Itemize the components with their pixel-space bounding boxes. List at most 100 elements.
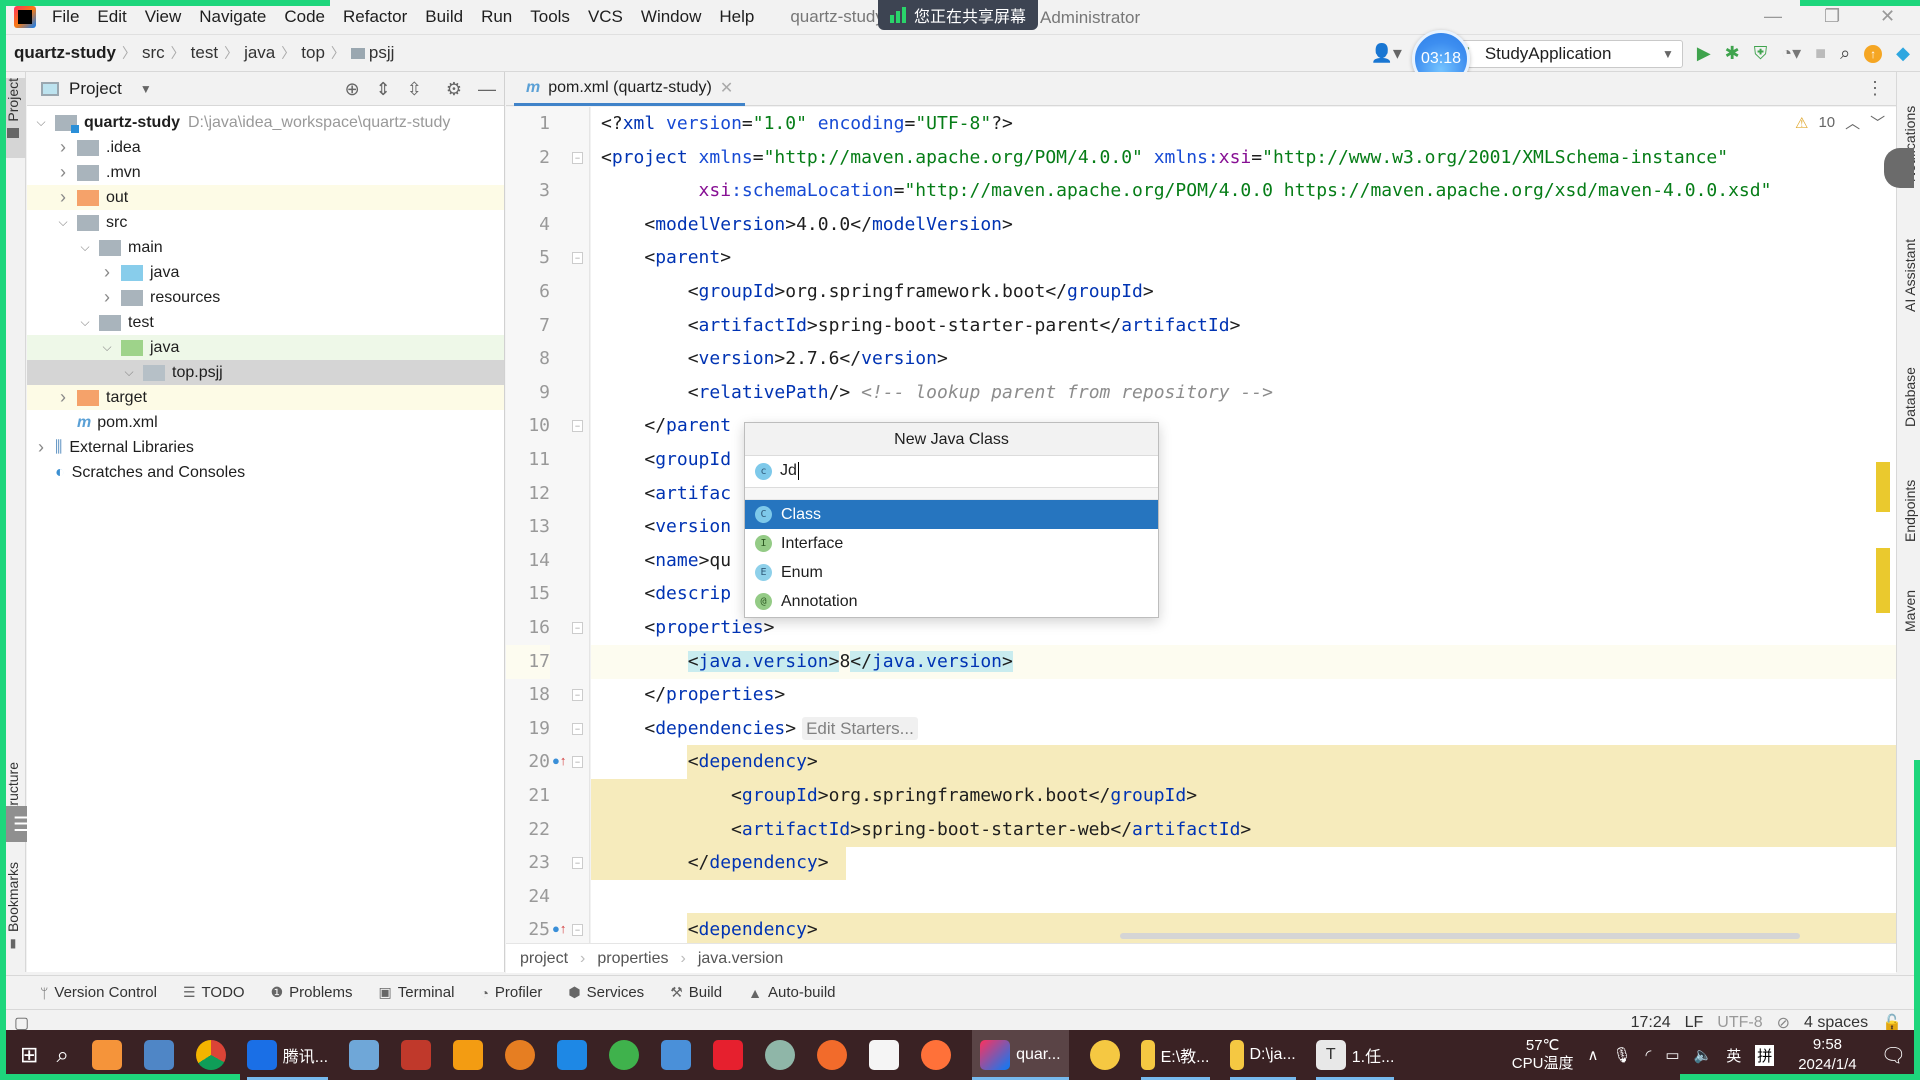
- project-view-select[interactable]: Project: [69, 79, 122, 99]
- fold-marker-icon[interactable]: −: [572, 722, 583, 735]
- tray-overflow-icon[interactable]: ∧: [1587, 1046, 1598, 1064]
- breadcrumb-item[interactable]: top: [301, 43, 325, 63]
- toolwindow-services[interactable]: ⬢ Services: [568, 984, 644, 1001]
- pinned-app-icon[interactable]: [661, 1040, 692, 1070]
- fold-marker-icon[interactable]: −: [572, 151, 583, 164]
- notification-center-icon[interactable]: 🗨: [1881, 1043, 1906, 1068]
- code-crumb[interactable]: project: [520, 950, 568, 968]
- code-line[interactable]: </properties>: [591, 678, 1896, 712]
- wifi-icon[interactable]: ◜: [1646, 1046, 1652, 1064]
- horizontal-scrollbar[interactable]: [1120, 933, 1800, 939]
- code-line[interactable]: <dependencies> Edit Starters...: [591, 712, 1896, 746]
- close-tab-icon[interactable]: ✕: [720, 78, 733, 98]
- scrollbar-marker[interactable]: [1876, 548, 1890, 613]
- code-line[interactable]: <java.version>8</java.version>: [591, 644, 1896, 679]
- chevron-right-icon[interactable]: ›: [99, 287, 115, 308]
- pinned-app-icon[interactable]: [91, 1040, 122, 1070]
- maven-tool-tab[interactable]: Maven: [1897, 552, 1920, 632]
- fold-marker-icon[interactable]: −: [572, 689, 583, 702]
- stop-icon[interactable]: ■: [1815, 43, 1826, 64]
- code-crumb[interactable]: properties: [597, 950, 668, 968]
- taskbar-app[interactable]: T 1.任...: [1315, 1030, 1395, 1080]
- toolwindow-problems[interactable]: ❶ Problems: [271, 984, 353, 1001]
- code-line[interactable]: </dependency>: [591, 846, 1896, 881]
- ai-assistant-tool-tab[interactable]: AI Assistant: [1897, 212, 1920, 312]
- fold-marker-icon[interactable]: −: [572, 252, 583, 265]
- tree-item[interactable]: ⌵ java: [27, 335, 504, 360]
- breadcrumb-item[interactable]: psjj: [369, 43, 395, 63]
- menu-refactor[interactable]: Refactor: [343, 7, 407, 27]
- pinned-app-icon[interactable]: [401, 1040, 432, 1070]
- tree-item[interactable]: ⌵ quartz-study D:\java\idea_workspace\quar…: [27, 110, 504, 135]
- fold-marker-icon[interactable]: −: [572, 857, 583, 870]
- code-line[interactable]: <parent>: [591, 241, 1896, 275]
- cpu-temperature[interactable]: 57℃ CPU温度: [1512, 1037, 1574, 1073]
- tree-item[interactable]: › java: [27, 260, 504, 285]
- chevron-down-icon[interactable]: ⌵: [99, 340, 115, 355]
- menu-tools[interactable]: Tools: [530, 7, 570, 27]
- code-line[interactable]: <dependency>: [591, 745, 1896, 780]
- locate-file-icon[interactable]: ⊕: [345, 79, 360, 100]
- pinned-app-icon[interactable]: [505, 1040, 536, 1070]
- menu-code[interactable]: Code: [284, 7, 325, 27]
- tree-item[interactable]: ◐ Scratches and Consoles: [27, 460, 504, 485]
- close-window-button[interactable]: ✕: [1880, 6, 1895, 27]
- breadcrumb-item[interactable]: java: [244, 43, 275, 63]
- tree-item[interactable]: ⌵ main: [27, 235, 504, 260]
- prev-highlight-icon[interactable]: ︿: [1845, 112, 1860, 133]
- toolwindow-build[interactable]: ⚒ Build: [670, 984, 722, 1001]
- run-icon[interactable]: ▶: [1697, 43, 1711, 64]
- code-line[interactable]: [591, 880, 1896, 914]
- breadcrumb-item[interactable]: quartz-study: [14, 43, 116, 63]
- override-marker-icon[interactable]: ●↑: [552, 921, 566, 936]
- chrome-icon[interactable]: [195, 1040, 226, 1070]
- fold-marker-icon[interactable]: −: [572, 924, 583, 937]
- restore-button[interactable]: ❐: [1824, 6, 1840, 27]
- fold-marker-icon[interactable]: −: [572, 756, 583, 769]
- pinned-app-icon[interactable]: [609, 1040, 640, 1070]
- kind-option-annotation[interactable]: @ Annotation: [745, 587, 1158, 616]
- menu-help[interactable]: Help: [719, 7, 754, 27]
- code-line[interactable]: <modelVersion>4.0.0</modelVersion>: [591, 208, 1896, 242]
- database-tool-tab[interactable]: Database: [1897, 337, 1920, 427]
- floating-toggle[interactable]: [1884, 148, 1914, 188]
- chevron-down-icon[interactable]: ⌵: [77, 240, 93, 255]
- chevron-right-icon[interactable]: ›: [55, 387, 71, 408]
- microphone-icon[interactable]: 🎙: [1612, 1046, 1631, 1064]
- run-configuration-select[interactable]: ❦ StudyApplication ▼: [1447, 39, 1683, 68]
- chevron-right-icon[interactable]: ›: [99, 262, 115, 283]
- hide-panel-icon[interactable]: —: [478, 79, 496, 100]
- pinned-app-icon[interactable]: [143, 1040, 174, 1070]
- taskbar-app-intellij[interactable]: quar...: [972, 1030, 1069, 1080]
- taskbar-app[interactable]: 腾讯...: [246, 1030, 329, 1080]
- tab-pom-xml[interactable]: m pom.xml (quartz-study) ✕: [514, 72, 746, 106]
- chevron-down-icon[interactable]: ⌵: [33, 115, 49, 130]
- minimize-button[interactable]: —: [1764, 6, 1782, 27]
- search-icon[interactable]: ⌕: [1840, 43, 1850, 64]
- tree-item[interactable]: ⌵ src: [27, 210, 504, 235]
- toolwindow-auto-build[interactable]: ▲ Auto-build: [748, 984, 835, 1001]
- taskbar-app[interactable]: D:\ja...: [1229, 1030, 1296, 1080]
- chevron-down-icon[interactable]: ⌵: [121, 365, 137, 380]
- code-line[interactable]: <groupId>org.springframework.boot</group…: [591, 779, 1896, 813]
- code-line[interactable]: <version>2.7.6</version>: [591, 342, 1896, 376]
- battery-icon[interactable]: ▭: [1665, 1046, 1679, 1064]
- class-name-input[interactable]: c Jd: [745, 456, 1158, 488]
- firefox-icon[interactable]: [921, 1040, 952, 1070]
- kind-option-interface[interactable]: I Interface: [745, 529, 1158, 558]
- chevron-down-icon[interactable]: ⌵: [55, 215, 71, 230]
- profile-icon[interactable]: ◔▾: [1781, 43, 1801, 64]
- menu-run[interactable]: Run: [481, 7, 512, 27]
- endpoints-tool-tab[interactable]: Endpoints: [1897, 442, 1920, 542]
- code-line[interactable]: <groupId>org.springframework.boot</group…: [591, 275, 1896, 309]
- kind-option-enum[interactable]: E Enum: [745, 558, 1158, 587]
- next-highlight-icon[interactable]: ﹀: [1870, 112, 1885, 133]
- menu-vcs[interactable]: VCS: [588, 7, 623, 27]
- tree-item[interactable]: › .idea: [27, 135, 504, 160]
- tree-item[interactable]: › target: [27, 385, 504, 410]
- menu-edit[interactable]: Edit: [97, 7, 126, 27]
- code-crumb[interactable]: java.version: [698, 950, 783, 968]
- override-marker-icon[interactable]: ●↑: [552, 753, 566, 768]
- volume-icon[interactable]: 🔈: [1694, 1046, 1713, 1064]
- kind-option-class[interactable]: C Class: [745, 500, 1158, 529]
